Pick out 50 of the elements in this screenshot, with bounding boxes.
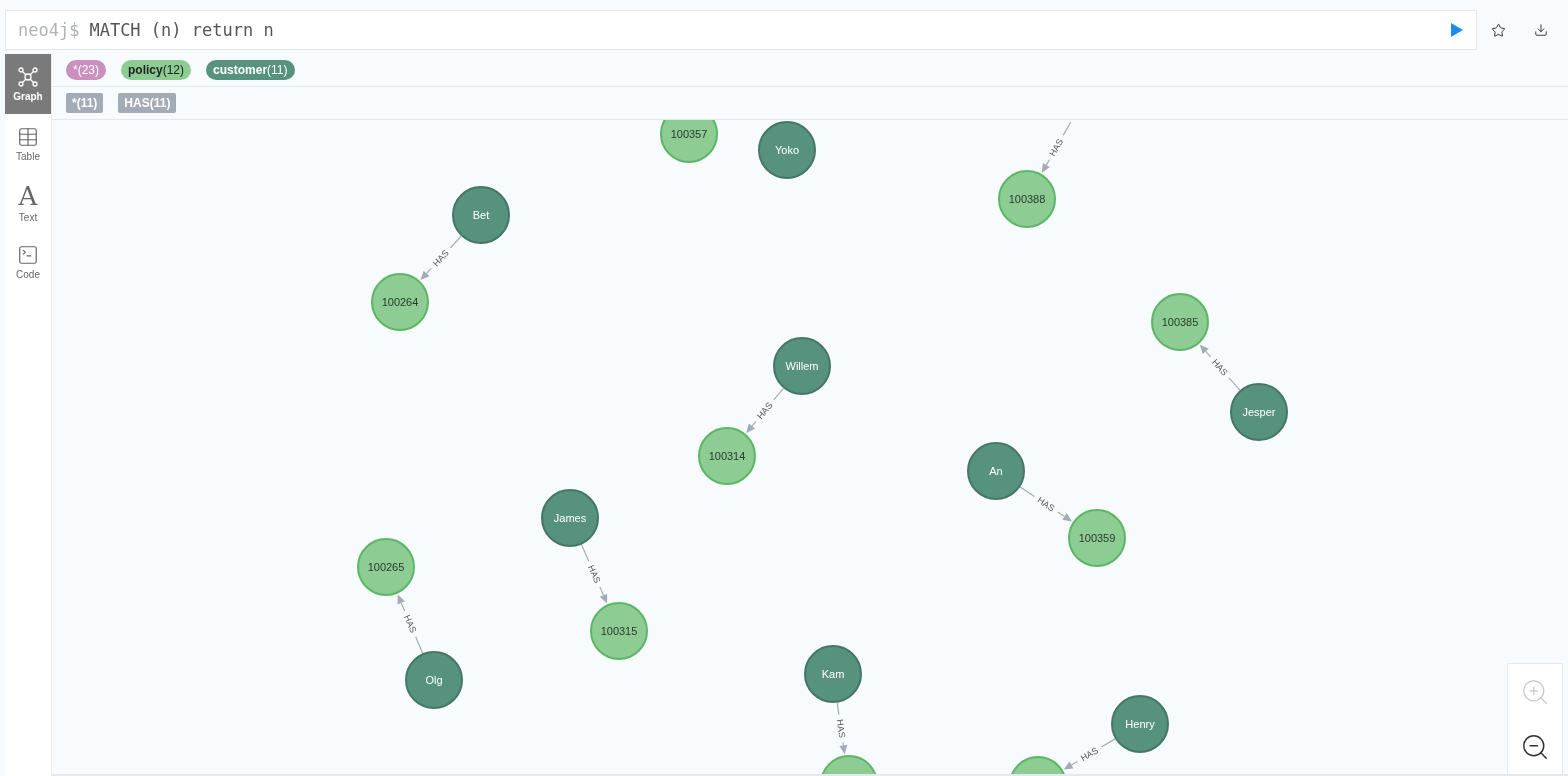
relationship-arrow [1019,486,1072,522]
sidebar-tab[interactable]: A Text [5,173,51,232]
graph-node[interactable]: Jesper [1230,383,1288,441]
graph-node[interactable]: 100357 [660,120,718,163]
graph-node[interactable] [820,755,878,774]
graph-node[interactable]: 100388 [998,170,1056,228]
star-icon [1491,22,1506,38]
relationship-arrow [1199,344,1241,391]
relationship-arrow [397,594,424,654]
graph-node[interactable]: 100315 [590,602,648,660]
relationship-label: HAS [1078,745,1100,764]
sidebar-tab[interactable]: Code [5,232,51,291]
graph-node[interactable]: 100265 [357,538,415,596]
node-label-tag[interactable]: policy(12) [121,60,192,80]
node-label-tag[interactable]: customer(11) [206,60,295,80]
download-icon [1534,23,1548,37]
relationship-label: HAS [401,613,419,635]
relationship-arrow [1063,738,1116,770]
query-text: MATCH (n) return n [89,20,275,40]
graph-node[interactable]: James [541,489,599,547]
relationship-arrow [836,702,848,755]
relationship-arrow [746,387,785,433]
relationship-arrow [1041,121,1072,173]
graph-node[interactable]: Yoko [758,121,816,179]
relationship-arrow [580,544,608,604]
graph-node[interactable]: 100264 [371,273,429,331]
graph-node[interactable]: 100314 [698,427,756,485]
relationship-arrow [420,235,462,281]
table-icon [17,125,39,148]
relationship-label: HAS [1047,137,1066,159]
relationship-label: HAS [834,718,848,739]
graph-node[interactable]: Willem [773,337,831,395]
editor-prompt: neo4j$ [18,20,80,40]
graph-node[interactable]: Bet [452,186,510,244]
sidebar-tab[interactable]: Graph [5,54,51,114]
graph-node[interactable]: Henry [1111,695,1169,753]
relationship-label: HAS [1035,494,1057,514]
graph-node[interactable] [1009,756,1067,774]
relationship-label: HAS [586,563,603,585]
graph-node[interactable]: 100385 [1151,293,1209,351]
graph-node[interactable]: An [967,442,1025,500]
graph-icon [17,66,39,88]
sidebar-tab[interactable]: Table [5,114,51,173]
graph-node[interactable]: Olg [405,651,463,709]
play-icon[interactable] [1450,22,1464,38]
graph-node[interactable]: 100359 [1068,509,1126,567]
graph-node[interactable]: Kam [804,645,862,703]
terminal-icon [17,243,39,266]
query-editor[interactable]: neo4j$ MATCH (n) return n [5,10,1477,50]
letter-icon: A [18,182,38,209]
